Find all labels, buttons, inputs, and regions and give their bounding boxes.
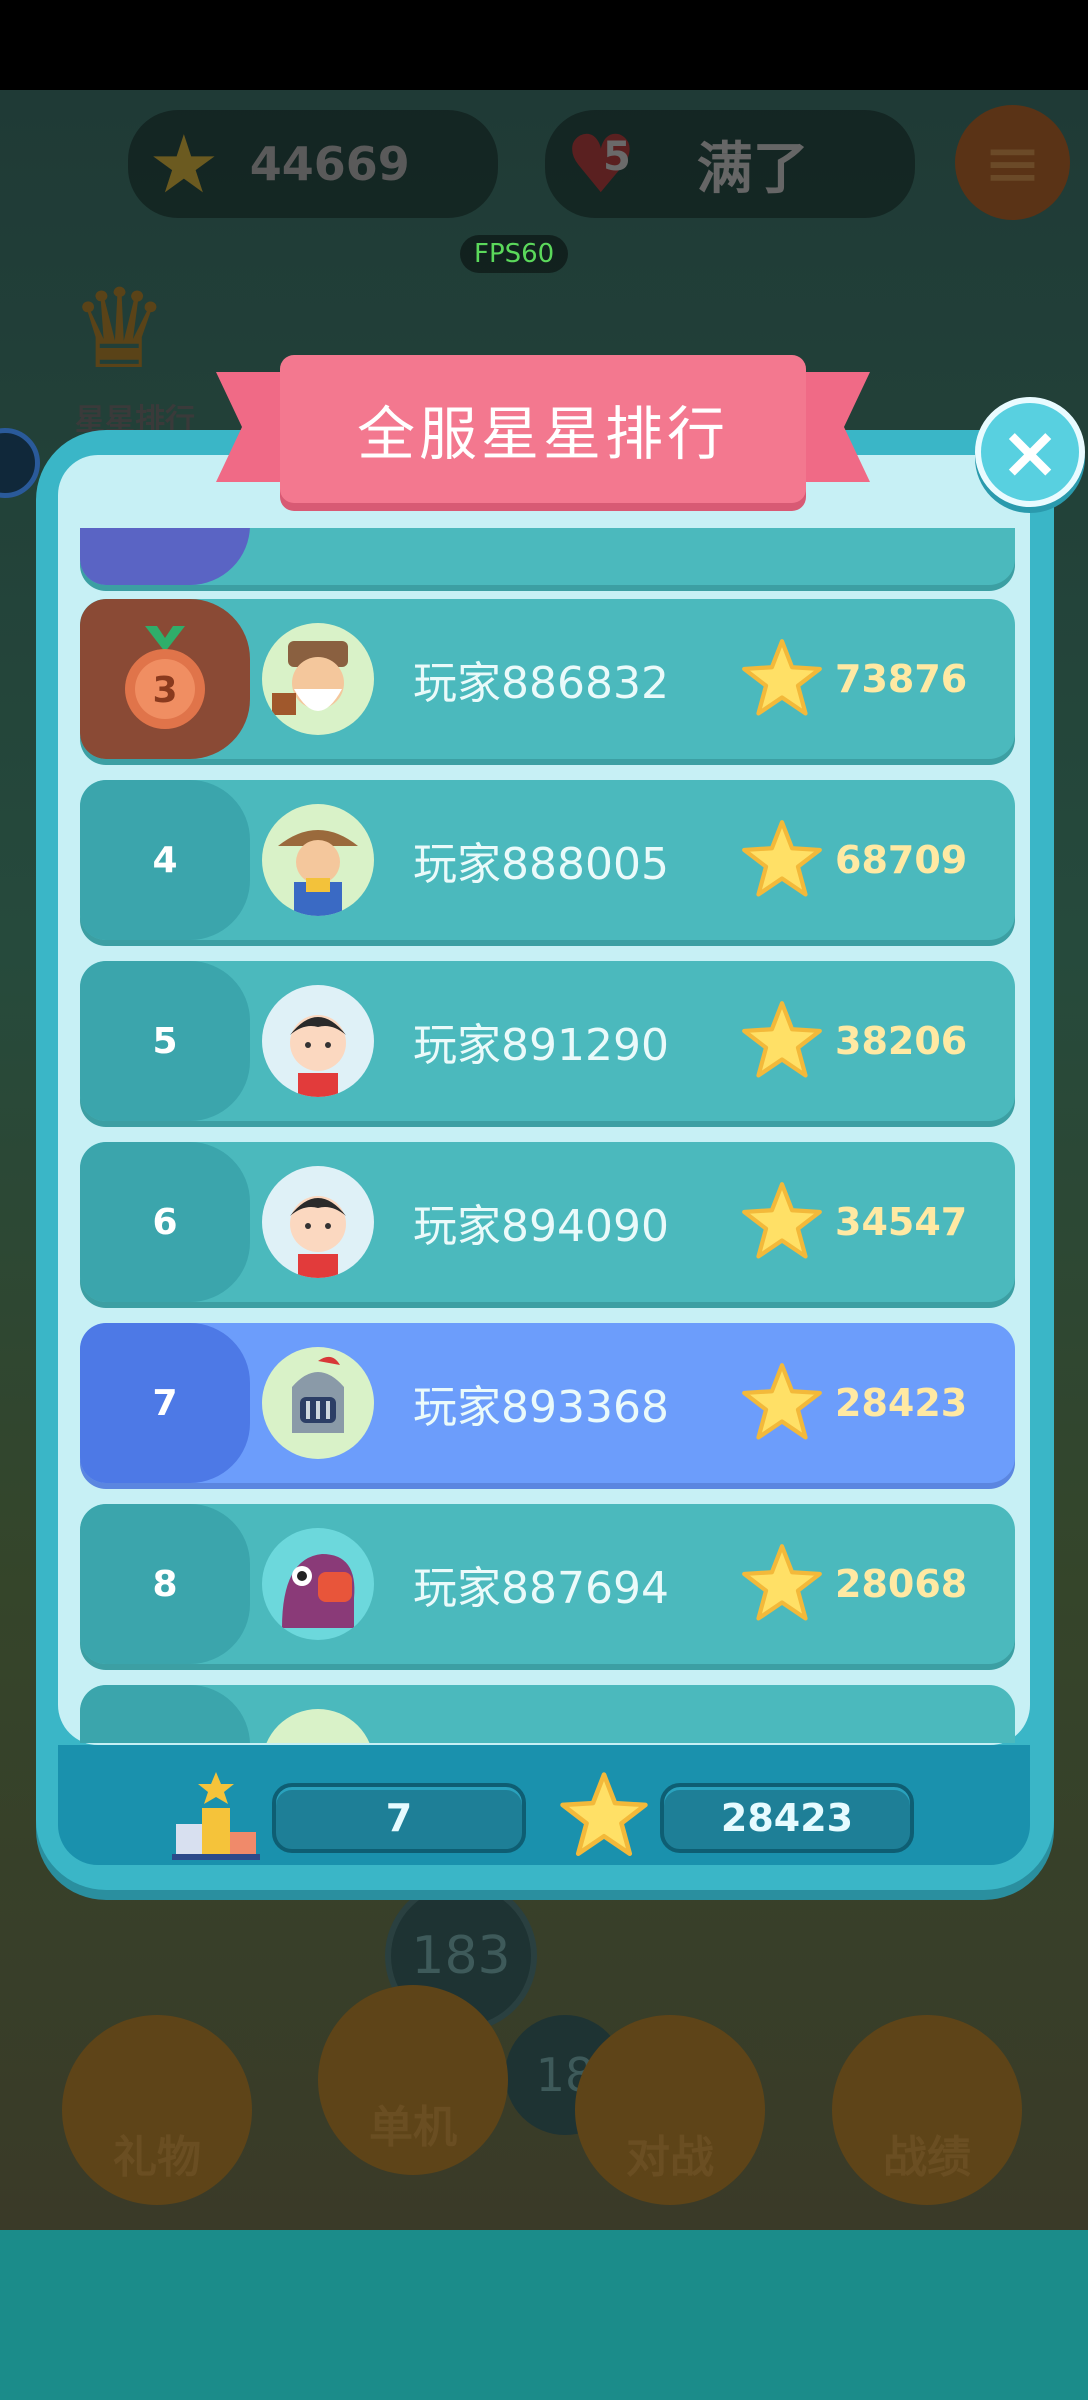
- list-item[interactable]: 3 玩家886832 73876: [80, 599, 1015, 759]
- gift-button[interactable]: 礼物: [62, 2015, 252, 2205]
- star-icon: [742, 1001, 822, 1078]
- boy-avatar: [262, 1166, 374, 1278]
- player-name: 玩家887694: [413, 1563, 669, 1614]
- boy-avatar: [262, 985, 374, 1097]
- single-player-button[interactable]: 单机: [318, 1985, 508, 2175]
- versus-button[interactable]: 对战: [575, 2015, 765, 2205]
- player-score: 28423: [835, 1381, 968, 1425]
- player-score: 68709: [835, 838, 968, 882]
- star-icon: [742, 1363, 822, 1440]
- ribbon-tail-right: [800, 372, 870, 482]
- player-score: 28068: [835, 1562, 968, 1606]
- my-rank-box: 7: [272, 1783, 526, 1853]
- my-score-box: 28423: [660, 1783, 914, 1853]
- list-item[interactable]: 8 玩家887694 28068: [80, 1504, 1015, 1664]
- list-item-partial-top: [80, 528, 1015, 585]
- podium-icon: [170, 1770, 262, 1862]
- rank-badge-silver: [80, 528, 250, 585]
- bird-avatar: [262, 1528, 374, 1640]
- star-counter: ★ 44669: [128, 110, 498, 218]
- bronze-medal-icon: 3: [125, 626, 205, 729]
- player-score: 73876: [835, 657, 968, 701]
- svg-text:3: 3: [152, 670, 177, 711]
- old-farmer-avatar: [262, 623, 374, 735]
- player-name: 玩家886832: [413, 658, 669, 709]
- close-button[interactable]: ×: [975, 397, 1085, 507]
- my-score-value: 28423: [720, 1796, 854, 1840]
- ribbon-tail-left: [216, 372, 286, 482]
- rank-number: 5: [80, 961, 250, 1121]
- star-icon: [742, 1182, 822, 1259]
- ranking-list[interactable]: 3 玩家886832 73876 4 玩家888005 68709 5 玩家89…: [58, 528, 1030, 1743]
- player-name: 玩家894090: [413, 1201, 669, 1252]
- rank-badge: [80, 1685, 250, 1743]
- player-score: 34547: [835, 1200, 968, 1244]
- heart-count: 5: [603, 134, 631, 180]
- star-count: 44669: [249, 137, 410, 191]
- crown-icon: ♛: [70, 265, 169, 393]
- fps-counter: FPS60: [460, 235, 569, 273]
- player-score: 38206: [835, 1019, 968, 1063]
- knight-avatar: [262, 1347, 374, 1459]
- list-item[interactable]: 5 玩家891290 38206: [80, 961, 1015, 1121]
- list-item[interactable]: 4 玩家888005 68709: [80, 780, 1015, 940]
- my-rank-value: 7: [385, 1796, 413, 1840]
- rank-number: 7: [80, 1323, 250, 1483]
- menu-button[interactable]: ≡: [955, 105, 1070, 220]
- heart-status: 满了: [696, 136, 809, 202]
- player-name: 玩家891290: [413, 1020, 669, 1071]
- rank-medal-bronze: 3: [80, 599, 250, 759]
- list-item-current-player[interactable]: 7 玩家893368 28423: [80, 1323, 1015, 1483]
- record-button[interactable]: 战绩: [832, 2015, 1022, 2205]
- star-icon: [742, 820, 822, 897]
- rank-number: 8: [80, 1504, 250, 1664]
- star-icon: [742, 1544, 822, 1621]
- list-item[interactable]: 6 玩家894090 34547: [80, 1142, 1015, 1302]
- my-star-icon: [560, 1772, 648, 1857]
- rank-number: 4: [80, 780, 250, 940]
- farmer-pitchfork-avatar: [262, 804, 374, 916]
- crown-ranking-button[interactable]: ♛ 星星排行: [45, 265, 215, 438]
- heart-counter: ♥ 5 满了: [545, 110, 915, 218]
- menu-icon: ≡: [983, 121, 1042, 204]
- player-name: 玩家888005: [413, 839, 669, 890]
- modal-title: 全服星星排行: [280, 355, 806, 503]
- bottom-band: [0, 2230, 1088, 2400]
- star-icon: ★: [148, 117, 220, 211]
- list-item-partial-bottom: [80, 1685, 1015, 1743]
- player-name: 玩家893368: [413, 1382, 669, 1433]
- knight-avatar: [262, 1709, 374, 1743]
- star-icon: [742, 639, 822, 716]
- close-icon: ×: [999, 410, 1061, 494]
- rank-number: 6: [80, 1142, 250, 1302]
